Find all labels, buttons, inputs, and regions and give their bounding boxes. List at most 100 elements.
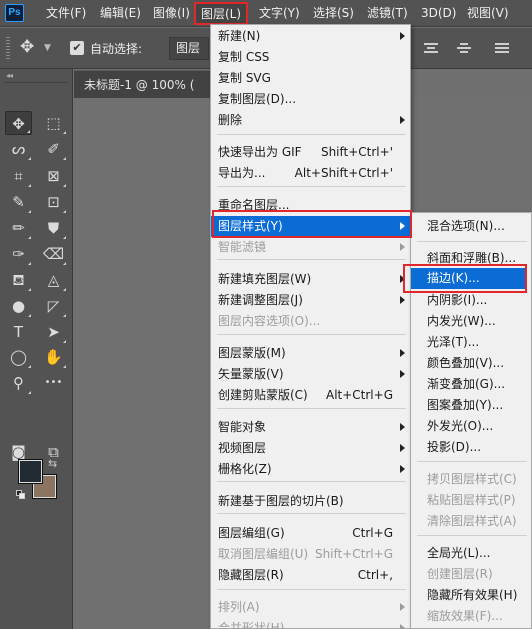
layer-style-item[interactable]: 混合选项(N)... — [411, 216, 531, 237]
layer-menu-item[interactable]: 矢量蒙版(V) — [211, 364, 410, 385]
layer-style-item[interactable]: 内发光(W)... — [411, 311, 531, 332]
layer-menu-item[interactable]: 智能滤镜 — [211, 237, 410, 258]
layer-style-item[interactable]: 颜色叠加(V)... — [411, 353, 531, 374]
menu-item-label: 拷贝图层样式(C) — [427, 472, 517, 486]
menu-separator — [417, 461, 527, 462]
layer-style-item[interactable]: 描边(K)... — [411, 268, 527, 289]
auto-select-checkbox[interactable]: ✔ — [70, 41, 84, 55]
layer-style-item[interactable]: 外发光(O)... — [411, 416, 531, 437]
layer-style-item[interactable]: 渐变叠加(G)... — [411, 374, 531, 395]
swap-colors-icon[interactable]: ⇆ — [48, 457, 57, 470]
bucket-tool-icon[interactable]: ⛾ — [5, 268, 32, 292]
ellipse-tool-icon[interactable]: ◯ — [5, 345, 32, 369]
layer-menu-item[interactable]: 导出为... Alt+Shift+Ctrl+' — [211, 163, 410, 184]
menu-select[interactable]: 选择(S) — [313, 5, 354, 22]
history-brush-tool-icon[interactable]: ✑ — [5, 242, 32, 266]
menu-item-label: 图层编组(G) — [218, 526, 285, 540]
layer-menu-item[interactable]: 新建调整图层(J) — [211, 290, 410, 311]
menu-filter[interactable]: 滤镜(T) — [367, 5, 408, 22]
align-middle-icon[interactable] — [457, 42, 471, 53]
auto-select-target[interactable]: 图层 — [169, 37, 209, 60]
menu-view[interactable]: 视图(V) — [467, 5, 509, 22]
layer-style-item[interactable]: 斜面和浮雕(B)... — [411, 248, 531, 269]
lasso-tool-icon[interactable]: ᔕ — [5, 137, 32, 161]
menu-item-label: 全局光(L)... — [427, 546, 491, 560]
layer-menu-item[interactable]: 快速导出为 GIF Shift+Ctrl+' — [211, 142, 410, 163]
foreground-color-swatch[interactable] — [18, 459, 43, 484]
marquee-tool-icon[interactable]: ⬚ — [40, 111, 67, 135]
blur-tool-icon[interactable]: ◬ — [40, 268, 67, 292]
menu-item-label: 清除图层样式(A) — [427, 514, 517, 528]
menu-item-label: 描边(K)... — [427, 271, 480, 285]
layer-style-item[interactable]: 清除图层样式(A) — [411, 511, 531, 532]
layer-style-item[interactable]: 内阴影(I)... — [411, 290, 531, 311]
align-center-icon[interactable] — [424, 42, 438, 53]
default-colors-icon[interactable] — [16, 490, 25, 499]
layer-menu-item[interactable]: 图层编组(G) Ctrl+G — [211, 523, 410, 544]
layer-menu-item[interactable]: 删除 — [211, 110, 410, 131]
menu-item-label: 投影(D)... — [427, 440, 482, 454]
layer-menu-item[interactable]: 重命名图层... — [211, 195, 410, 216]
stamp-tool-icon[interactable]: ⛊ — [40, 216, 67, 240]
menu-layer[interactable]: 图层(L) — [194, 2, 249, 25]
chevron-down-icon[interactable]: ▼ — [44, 43, 51, 53]
zoom-tool-icon[interactable]: ⚲ — [5, 371, 32, 395]
menu-file[interactable]: 文件(F) — [46, 5, 86, 22]
layer-style-item[interactable]: 粘贴图层样式(P) — [411, 490, 531, 511]
layer-menu-item[interactable]: 图层样式(Y) — [211, 216, 410, 237]
menu-item-label: 复制 SVG — [218, 71, 271, 85]
layer-style-item[interactable]: 图案叠加(Y)... — [411, 395, 531, 416]
layer-menu-item[interactable]: 新建填充图层(W) — [211, 269, 410, 290]
brush-tool-icon[interactable]: ✏ — [5, 216, 32, 240]
panel-grip[interactable] — [6, 37, 10, 61]
menu-type[interactable]: 文字(Y) — [259, 5, 300, 22]
crop-tool-icon[interactable]: ⌗ — [5, 164, 32, 188]
layer-style-item[interactable]: 投影(D)... — [411, 437, 531, 458]
layer-menu-item[interactable]: 合并形状(H) — [211, 618, 410, 629]
layer-menu-item[interactable]: 隐藏图层(R) Ctrl+, — [211, 565, 410, 586]
eyedropper-tool-icon[interactable]: ✎ — [5, 190, 32, 214]
more-tools-icon[interactable]: ••• — [40, 371, 67, 395]
dodge-tool-icon[interactable]: ● — [5, 294, 32, 318]
layer-style-item[interactable]: 隐藏所有效果(H) — [411, 585, 531, 606]
menu-item-label: 新建(N) — [218, 29, 261, 43]
layer-style-item[interactable]: 缩放效果(F)... — [411, 606, 531, 627]
layer-menu-item[interactable]: 智能对象 — [211, 417, 410, 438]
layer-menu-item[interactable]: 复制 CSS — [211, 47, 410, 68]
layer-style-item[interactable]: 拷贝图层样式(C) — [411, 469, 531, 490]
menu-separator — [217, 134, 406, 135]
patch-tool-icon[interactable]: ⊡ — [40, 190, 67, 214]
layer-menu-item[interactable]: 图层内容选项(O)... — [211, 311, 410, 332]
move-tool-icon[interactable]: ✥ — [5, 111, 32, 135]
pen-tool-icon[interactable]: ◸ — [40, 294, 67, 318]
layer-menu-item[interactable]: 栅格化(Z) — [211, 459, 410, 480]
quick-select-tool-icon[interactable]: ✐ — [40, 137, 67, 161]
collapse-icon[interactable]: ◂◂ — [6, 71, 13, 80]
type-tool-icon[interactable]: T — [5, 320, 32, 344]
layer-style-item[interactable]: 创建图层(R) — [411, 564, 531, 585]
layer-menu-item[interactable]: 视频图层 — [211, 438, 410, 459]
frame-tool-icon[interactable]: ⊠ — [40, 164, 67, 188]
path-select-tool-icon[interactable]: ➤ — [40, 320, 67, 344]
layer-style-item[interactable]: 全局光(L)... — [411, 543, 531, 564]
tool-group-indicator — [63, 340, 66, 343]
eraser-tool-icon[interactable]: ⌫ — [40, 242, 67, 266]
menu-3d[interactable]: 3D(D) — [421, 5, 456, 22]
layer-menu-item[interactable]: 复制图层(D)... — [211, 89, 410, 110]
menu-edit[interactable]: 编辑(E) — [100, 5, 141, 22]
layer-menu-item[interactable]: 取消图层编组(U) Shift+Ctrl+G — [211, 544, 410, 565]
layer-menu-item[interactable]: 新建基于图层的切片(B) — [211, 491, 410, 512]
tool-group-indicator — [28, 157, 31, 160]
menu-image[interactable]: 图像(I) — [153, 5, 190, 22]
layer-menu-item[interactable]: 复制 SVG — [211, 68, 410, 89]
layer-menu-item[interactable]: 创建剪贴蒙版(C) Alt+Ctrl+G — [211, 385, 410, 406]
hand-tool-icon[interactable]: ✋ — [40, 345, 67, 369]
layer-menu-item[interactable]: 图层蒙版(M) — [211, 343, 410, 364]
tool-group-indicator — [63, 314, 66, 317]
layer-style-item[interactable]: 光泽(T)... — [411, 332, 531, 353]
layer-menu-item[interactable]: 新建(N) — [211, 26, 410, 47]
move-icon[interactable]: ✥ — [20, 37, 34, 57]
layer-menu-item[interactable]: 排列(A) — [211, 597, 410, 618]
align-bottom-icon[interactable] — [495, 42, 509, 53]
menu-separator — [417, 535, 527, 536]
